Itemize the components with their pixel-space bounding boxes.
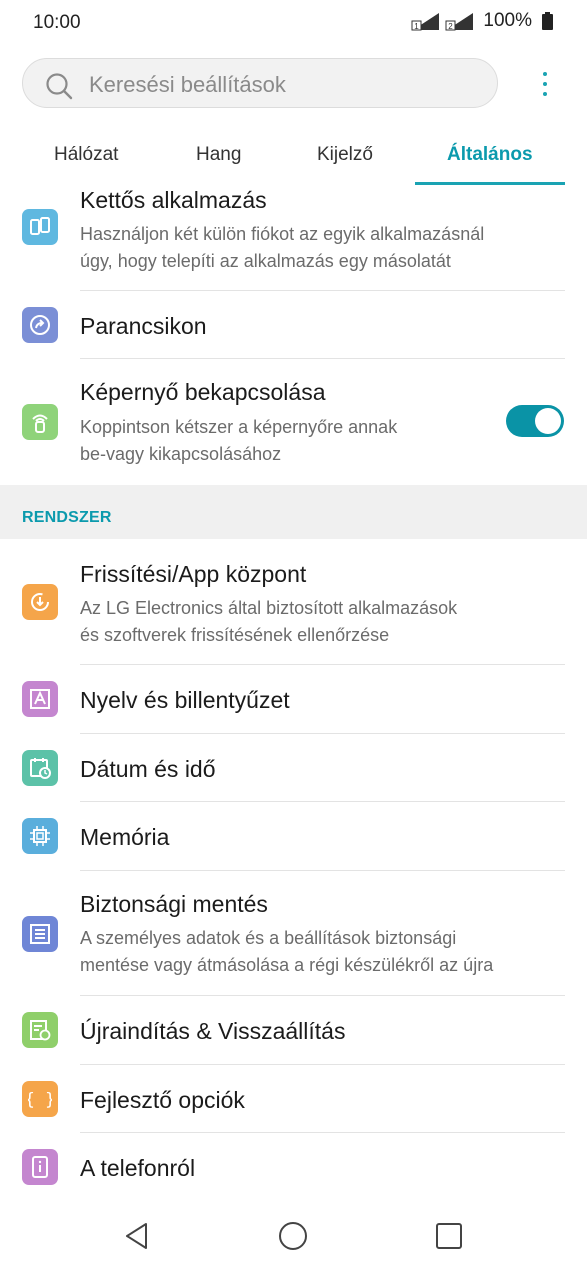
item-title: Frissítési/App központ [80, 561, 307, 587]
tab-display[interactable]: Kijelző [317, 144, 373, 166]
back-icon [126, 1223, 147, 1249]
shortcut-icon [22, 307, 58, 343]
search-box[interactable] [22, 58, 498, 108]
item-title: Dátum és idő [80, 756, 216, 782]
list-item-reset[interactable]: Újraindítás & Visszaállítás [0, 996, 587, 1064]
list-item-developer[interactable]: { } Fejlesztő opciók [0, 1065, 587, 1132]
item-title: Fejlesztő opciók [80, 1087, 245, 1113]
reset-icon [22, 1012, 58, 1048]
calendar-clock-icon [22, 750, 58, 786]
list-item-dual-app[interactable]: Kettős alkalmazás Használjon két külön f… [0, 187, 587, 290]
search-row [22, 58, 567, 112]
settings-tabs: Hálózat Hang Kijelző Általános [0, 130, 587, 186]
item-title: Nyelv és billentyűzet [80, 687, 290, 713]
svg-text:1: 1 [415, 22, 420, 31]
recents-button[interactable] [432, 1219, 466, 1253]
active-tab-indicator [415, 182, 565, 185]
svg-text:2: 2 [449, 22, 454, 31]
back-button[interactable] [120, 1219, 154, 1253]
more-options-icon [543, 72, 547, 76]
settings-list[interactable]: Kettős alkalmazás Használjon két külön f… [0, 187, 587, 1200]
list-item-about-phone[interactable]: A telefonról [0, 1133, 587, 1200]
status-bar: 10:00 1 2 100% [0, 0, 587, 44]
battery-icon [542, 12, 553, 30]
item-subtitle: Koppintson kétszer a képernyőre annak be… [80, 417, 398, 464]
battery-percent: 100% [483, 10, 532, 31]
signal-sim2-icon: 2 [445, 11, 475, 31]
item-title: Újraindítás & Visszaállítás [80, 1018, 346, 1044]
chip-icon [22, 818, 58, 854]
backup-icon [22, 916, 58, 952]
list-item-language[interactable]: Nyelv és billentyűzet [0, 665, 587, 733]
recents-icon [436, 1223, 462, 1249]
tab-network[interactable]: Hálózat [54, 144, 118, 166]
item-title: Képernyő bekapcsolása [80, 379, 326, 405]
knock-on-icon [22, 404, 58, 440]
svg-text:{ }: { } [28, 1090, 52, 1110]
item-title: Kettős alkalmazás [80, 187, 267, 213]
status-icons: 1 2 100% [411, 10, 553, 32]
developer-braces-icon: { } [22, 1081, 58, 1117]
tab-general[interactable]: Általános [447, 144, 533, 166]
item-title: Memória [80, 824, 170, 850]
search-icon [45, 72, 73, 105]
list-item-update-center[interactable]: Frissítési/App központ Az LG Electronics… [0, 539, 587, 663]
home-button[interactable] [276, 1219, 310, 1253]
list-item-memory[interactable]: Memória [0, 802, 587, 870]
section-label: RENDSZER [22, 509, 112, 526]
signal-sim1-icon: 1 [411, 11, 441, 31]
search-input[interactable] [87, 70, 481, 100]
language-icon [22, 681, 58, 717]
item-title: A telefonról [80, 1155, 196, 1181]
dual-app-icon [22, 209, 58, 245]
item-subtitle: Az LG Electronics által biztosított alka… [80, 598, 458, 645]
update-center-icon [22, 584, 58, 620]
home-icon [279, 1222, 307, 1250]
item-title: Biztonsági mentés [80, 891, 268, 917]
tab-sound[interactable]: Hang [196, 144, 241, 166]
list-item-knock-on[interactable]: Képernyő bekapcsolása Koppintson kétszer… [0, 359, 587, 485]
more-options-button[interactable] [527, 66, 563, 102]
status-time: 10:00 [33, 12, 81, 33]
list-item-date-time[interactable]: Dátum és idő [0, 734, 587, 801]
list-item-shortcut[interactable]: Parancsikon [0, 291, 587, 358]
navigation-bar [0, 1200, 587, 1272]
about-phone-icon [22, 1149, 58, 1185]
section-header-system: RENDSZER [0, 485, 587, 539]
item-title: Parancsikon [80, 313, 207, 339]
item-subtitle: Használjon két külön fiókot az egyik alk… [80, 224, 485, 271]
item-subtitle: A személyes adatok és a beállítások bizt… [80, 928, 494, 975]
toggle-knob [535, 408, 561, 434]
knock-on-toggle[interactable] [506, 405, 564, 437]
list-item-backup[interactable]: Biztonsági mentés A személyes adatok és … [0, 871, 587, 995]
